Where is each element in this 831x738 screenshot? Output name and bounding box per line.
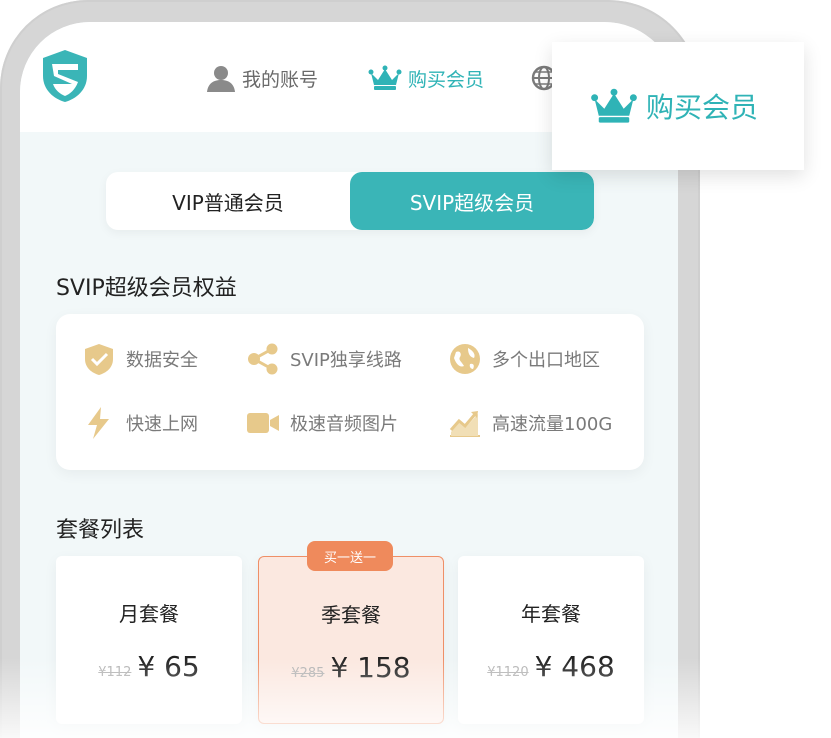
benefit-fast-internet: 快速上网 (82, 406, 198, 440)
original-price: ¥112 (98, 665, 132, 680)
nav-buy-label: 购买会员 (408, 68, 485, 91)
nav-buy-membership[interactable]: 购买会员 (368, 62, 484, 94)
benefits-card: 数据安全 SVIP独享线路 多个出口地区 快速上网 极速音频图片 高速流量100… (56, 314, 644, 470)
benefit-label: 多个出口地区 (492, 350, 600, 371)
tab-vip[interactable]: VIP普通会员 (106, 172, 350, 230)
buy-membership-callout[interactable]: 购买会员 (552, 42, 804, 170)
nav-my-account[interactable]: 我的账号 (206, 62, 318, 94)
shield-logo-icon (43, 50, 87, 102)
plan-name: 年套餐 (521, 602, 581, 626)
lightning-icon (88, 407, 109, 439)
video-camera-icon (247, 413, 279, 433)
shield-check-icon (85, 344, 113, 375)
benefit-label: 快速上网 (126, 414, 198, 435)
plan-price: ¥1120 ¥ 468 (458, 650, 644, 683)
crown-icon (591, 88, 637, 123)
plan-name: 季套餐 (321, 603, 381, 627)
benefit-fast-media: 极速音频图片 (246, 406, 398, 440)
promo-badge: 买一送一 (307, 541, 393, 571)
benefit-label: 高速流量100G (492, 414, 613, 435)
benefit-high-traffic: 高速流量100G (448, 406, 612, 440)
sale-price: ¥ 158 (330, 651, 411, 684)
stage: 我的账号 购买会员 VIP普通会员 SVIP超级会员 SVIP超级会员权益 数据… (0, 0, 831, 738)
benefits-heading: SVIP超级会员权益 (56, 276, 237, 301)
trend-chart-icon (449, 411, 480, 437)
original-price: ¥285 (291, 666, 325, 681)
plans-heading: 套餐列表 (56, 518, 145, 543)
sale-price: ¥ 65 (137, 650, 200, 683)
share-nodes-icon (248, 343, 278, 375)
crown-icon (368, 65, 402, 90)
nav-account-label: 我的账号 (242, 68, 319, 91)
plan-name: 月套餐 (119, 602, 179, 626)
benefit-exit-regions: 多个出口地区 (448, 342, 600, 376)
benefit-label: 数据安全 (126, 350, 198, 371)
tab-svip[interactable]: SVIP超级会员 (350, 172, 594, 230)
benefit-label: SVIP独享线路 (290, 350, 402, 371)
plan-card-quarterly[interactable]: 买一送一 季套餐 ¥285 ¥ 158 (258, 541, 444, 724)
callout-label: 购买会员 (646, 91, 759, 124)
plan-price: ¥285 ¥ 158 (259, 651, 443, 684)
membership-tabs: VIP普通会员 SVIP超级会员 (106, 172, 594, 230)
plan-price: ¥112 ¥ 65 (56, 650, 242, 683)
benefit-data-security: 数据安全 (82, 342, 198, 376)
globe-icon (450, 344, 480, 374)
benefit-label: 极速音频图片 (290, 414, 398, 435)
benefit-svip-line: SVIP独享线路 (246, 342, 402, 376)
sale-price: ¥ 468 (534, 650, 615, 683)
user-icon (207, 66, 235, 92)
original-price: ¥1120 (487, 665, 529, 680)
plan-card-yearly[interactable]: 年套餐 ¥1120 ¥ 468 (458, 556, 644, 724)
plan-card-monthly[interactable]: 月套餐 ¥112 ¥ 65 (56, 556, 242, 724)
